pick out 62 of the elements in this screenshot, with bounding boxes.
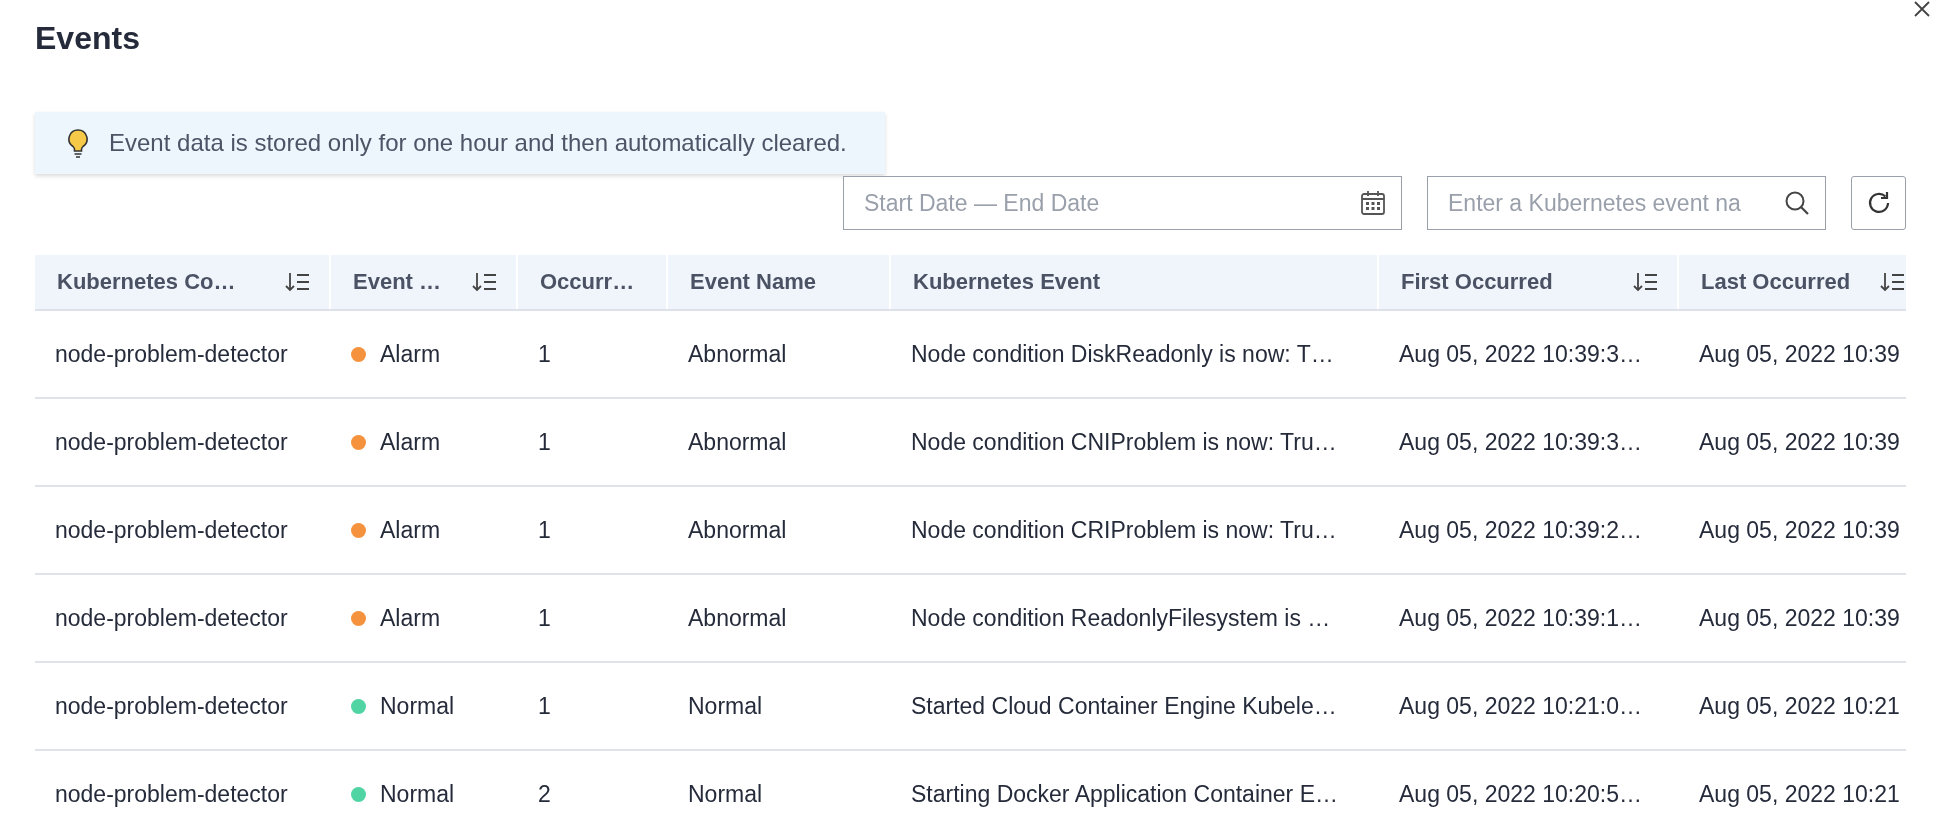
table-cell: Abnormal — [688, 340, 787, 368]
table-cell: Aug 05, 2022 10:21 — [1699, 780, 1900, 808]
table-cell: Aug 05, 2022 10:39 — [1699, 516, 1900, 544]
search-field[interactable]: Enter a Kubernetes event na — [1427, 176, 1826, 230]
table-cell: Aug 05, 2022 10:21 — [1699, 692, 1900, 720]
table-cell: Started Cloud Container Engine Kubele… — [911, 692, 1337, 720]
column-header[interactable]: First Occurred — [1379, 255, 1679, 309]
table-cell: Aug 05, 2022 10:39 — [1699, 604, 1900, 632]
table-cell: Node condition CRIProblem is now: Tru… — [911, 516, 1337, 544]
close-icon[interactable] — [1913, 0, 1931, 18]
table-cell: 2 — [538, 780, 551, 808]
table-cell: 1 — [538, 428, 551, 456]
table-cell: Normal — [688, 692, 763, 720]
table-cell: 1 — [538, 340, 551, 368]
table-cell: 1 — [538, 692, 551, 720]
date-range-field[interactable]: Start Date — End Date — [843, 176, 1402, 230]
table-cell: Normal — [380, 692, 455, 720]
column-header[interactable]: Last Occurred — [1679, 255, 1906, 309]
lightbulb-icon — [67, 128, 89, 158]
table-cell: Aug 05, 2022 10:39:3… — [1399, 428, 1642, 456]
sort-icon[interactable] — [1633, 271, 1659, 293]
table-cell: 1 — [538, 516, 551, 544]
dialog-title: Events — [35, 19, 141, 58]
table-cell: Normal — [380, 780, 455, 808]
sort-icon[interactable] — [472, 271, 498, 293]
table-cell: Aug 05, 2022 10:39:1… — [1399, 604, 1642, 632]
column-header[interactable]: Event … — [331, 255, 518, 309]
table-cell: Node condition ReadonlyFilesystem is … — [911, 604, 1331, 632]
table-cell: Abnormal — [688, 516, 787, 544]
sort-icon[interactable] — [285, 271, 311, 293]
table-cell: Alarm — [380, 428, 441, 456]
table-cell: node-problem-detector — [55, 692, 288, 720]
column-header[interactable]: Kubernetes Co… — [35, 255, 331, 309]
table-cell: Alarm — [380, 516, 441, 544]
column-header[interactable]: Event Name — [668, 255, 891, 309]
table-cell: node-problem-detector — [55, 780, 288, 808]
table-cell: Starting Docker Application Container E… — [911, 780, 1338, 808]
table-cell: node-problem-detector — [55, 516, 288, 544]
table-cell: Aug 05, 2022 10:39:3… — [1399, 340, 1642, 368]
table-cell: Aug 05, 2022 10:39 — [1699, 340, 1900, 368]
table-cell: Abnormal — [688, 428, 787, 456]
column-header[interactable]: Occurr… — [518, 255, 668, 309]
table-cell: Node condition CNIProblem is now: Tru… — [911, 428, 1337, 456]
column-header[interactable]: Kubernetes Event — [891, 255, 1379, 309]
table-cell: Aug 05, 2022 10:20:5… — [1399, 780, 1642, 808]
table-cell: Aug 05, 2022 10:39 — [1699, 428, 1900, 456]
info-text: Event data is stored only for one hour and then automatically cleared. — [109, 129, 847, 157]
table-cell: Aug 05, 2022 10:39:2… — [1399, 516, 1642, 544]
table-cell: Alarm — [380, 340, 441, 368]
table-cell: Aug 05, 2022 10:21:0… — [1399, 692, 1642, 720]
table-cell: Abnormal — [688, 604, 787, 632]
table-cell: Normal — [688, 780, 763, 808]
table-cell: node-problem-detector — [55, 428, 288, 456]
table-cell: node-problem-detector — [55, 604, 288, 632]
table-cell: Node condition DiskReadonly is now: T… — [911, 340, 1334, 368]
sort-icon[interactable] — [1880, 271, 1906, 293]
table-cell: Alarm — [380, 604, 441, 632]
table-cell: 1 — [538, 604, 551, 632]
refresh-button[interactable] — [1851, 176, 1906, 230]
calendar-icon — [1360, 190, 1386, 216]
search-icon — [1784, 190, 1810, 216]
table-cell: node-problem-detector — [55, 340, 288, 368]
